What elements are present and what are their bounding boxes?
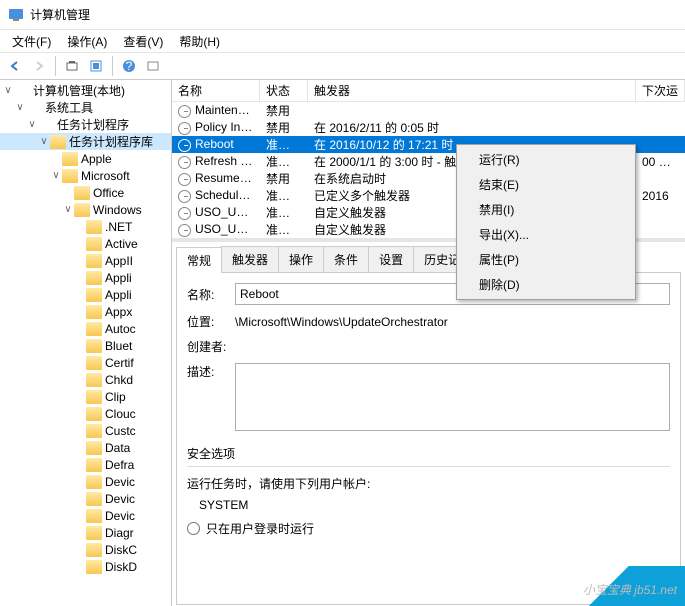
tree-item[interactable]: DiskC <box>0 541 171 558</box>
clock-icon <box>178 190 191 203</box>
tree-item[interactable]: Diagr <box>0 524 171 541</box>
tree-item[interactable]: ∨计算机管理(本地) <box>0 82 171 99</box>
tree-item[interactable]: Clip <box>0 388 171 405</box>
back-button[interactable] <box>4 55 26 77</box>
table-header: 名称 状态 触发器 下次运 <box>172 80 685 102</box>
desc-field[interactable] <box>235 363 670 431</box>
tree-item[interactable]: Appx <box>0 303 171 320</box>
ctx-properties[interactable]: 属性(P) <box>459 247 633 272</box>
tree-item[interactable]: .NET <box>0 218 171 235</box>
window-title: 计算机管理 <box>30 6 90 23</box>
ctx-disable[interactable]: 禁用(I) <box>459 197 633 222</box>
tree-item[interactable]: ∨Windows <box>0 201 171 218</box>
tree-item[interactable]: Autoc <box>0 320 171 337</box>
tree-item[interactable]: Devic <box>0 507 171 524</box>
tab-general[interactable]: 常规 <box>176 247 222 273</box>
col-name[interactable]: 名称 <box>172 80 260 101</box>
menu-help[interactable]: 帮助(H) <box>171 31 228 52</box>
tree-item[interactable]: Devic <box>0 490 171 507</box>
desc-label: 描述: <box>187 363 235 380</box>
scroll-right-icon[interactable]: ► <box>669 239 685 242</box>
location-label: 位置: <box>187 313 235 330</box>
ctx-run[interactable]: 运行(R) <box>459 147 633 172</box>
clock-icon <box>178 207 191 220</box>
tree-item[interactable]: ∨系统工具 <box>0 99 171 116</box>
tree-item[interactable]: Certif <box>0 354 171 371</box>
tree-item[interactable]: ∨任务计划程序库 <box>0 133 171 150</box>
toolbar-btn-2[interactable] <box>142 55 164 77</box>
tab-settings[interactable]: 设置 <box>368 246 414 272</box>
clock-icon <box>178 156 191 169</box>
security-account-label: 运行任务时，请使用下列用户帐户: <box>187 475 670 492</box>
toolbar-btn-1[interactable] <box>61 55 83 77</box>
tree-item[interactable]: Clouc <box>0 405 171 422</box>
tab-actions[interactable]: 操作 <box>278 246 324 272</box>
tree-item[interactable]: Devic <box>0 473 171 490</box>
security-account-value: SYSTEM <box>199 498 670 512</box>
tree-item[interactable]: Office <box>0 184 171 201</box>
tree-item[interactable]: DiskD <box>0 558 171 575</box>
menu-file[interactable]: 文件(F) <box>4 31 59 52</box>
clock-icon <box>178 173 191 186</box>
clock-icon <box>178 105 191 118</box>
tree-item[interactable]: Bluet <box>0 337 171 354</box>
tab-conditions[interactable]: 条件 <box>323 246 369 272</box>
tree-item[interactable]: Appli <box>0 269 171 286</box>
menu-view[interactable]: 查看(V) <box>115 31 171 52</box>
run-logged-on-radio[interactable] <box>187 522 200 535</box>
task-row[interactable]: Maintenanc禁用 <box>172 102 685 119</box>
tree-item[interactable]: Defra <box>0 456 171 473</box>
menu-action[interactable]: 操作(A) <box>59 31 115 52</box>
ctx-export[interactable]: 导出(X)... <box>459 222 633 247</box>
tree-item[interactable]: Custc <box>0 422 171 439</box>
forward-button[interactable] <box>28 55 50 77</box>
security-title: 安全选项 <box>187 445 670 462</box>
clock-icon <box>178 224 191 237</box>
name-label: 名称: <box>187 286 235 303</box>
nav-tree[interactable]: ∨计算机管理(本地)∨系统工具∨任务计划程序∨任务计划程序库Apple∨Micr… <box>0 80 172 606</box>
app-icon <box>8 7 24 23</box>
col-trigger[interactable]: 触发器 <box>308 80 636 101</box>
col-state[interactable]: 状态 <box>260 80 308 101</box>
ctx-delete[interactable]: 删除(D) <box>459 272 633 297</box>
run-logged-on-label: 只在用户登录时运行 <box>206 520 314 537</box>
ctx-end[interactable]: 结束(E) <box>459 172 633 197</box>
tab-triggers[interactable]: 触发器 <box>221 246 279 272</box>
creator-label: 创建者: <box>187 338 235 355</box>
help-button[interactable]: ? <box>118 55 140 77</box>
context-menu: 运行(R) 结束(E) 禁用(I) 导出(X)... 属性(P) 删除(D) <box>456 144 636 300</box>
tree-item[interactable]: AppII <box>0 252 171 269</box>
tree-item[interactable]: Apple <box>0 150 171 167</box>
task-row[interactable]: Policy Install禁用在 2016/2/11 的 0:05 时 <box>172 119 685 136</box>
tree-item[interactable]: Data <box>0 439 171 456</box>
clock-icon <box>178 122 191 135</box>
menu-bar: 文件(F) 操作(A) 查看(V) 帮助(H) <box>0 30 685 52</box>
location-value: \Microsoft\Windows\UpdateOrchestrator <box>235 315 448 329</box>
tree-item[interactable]: Chkd <box>0 371 171 388</box>
scroll-left-icon[interactable]: ◄ <box>172 239 188 242</box>
tree-item[interactable]: Active <box>0 235 171 252</box>
col-next[interactable]: 下次运 <box>636 80 685 101</box>
clock-icon <box>178 139 191 152</box>
tree-item[interactable]: ∨任务计划程序 <box>0 116 171 133</box>
tree-item[interactable]: Appli <box>0 286 171 303</box>
corner-decoration <box>565 566 685 606</box>
tree-item[interactable]: ∨Microsoft <box>0 167 171 184</box>
toolbar: ? <box>0 52 685 80</box>
svg-text:?: ? <box>126 59 133 73</box>
refresh-button[interactable] <box>85 55 107 77</box>
